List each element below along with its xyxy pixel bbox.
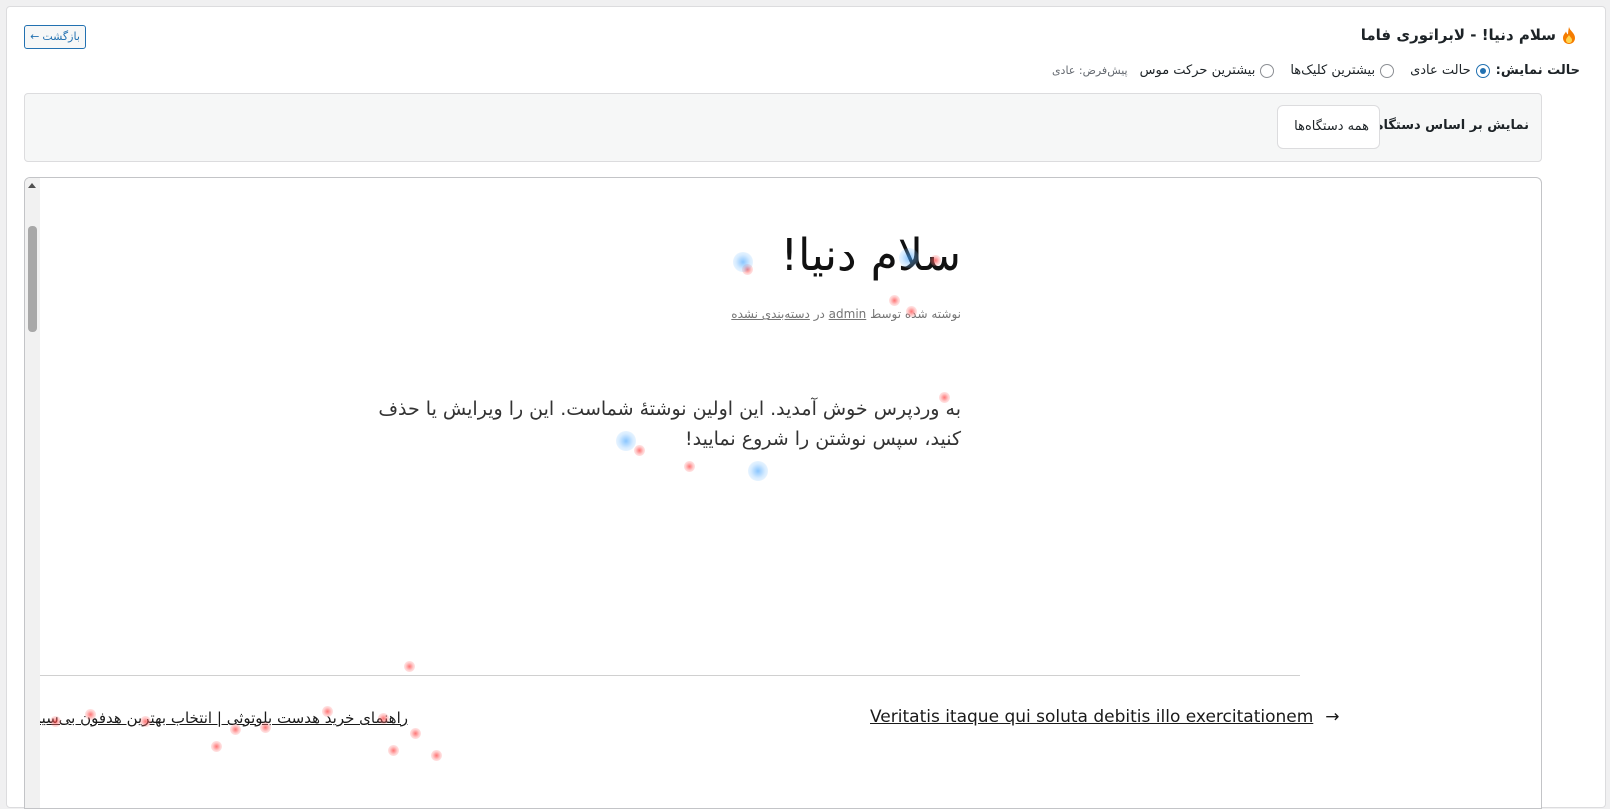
arrow-left-icon: ←	[30, 30, 40, 43]
heatmap-move-dot	[748, 461, 768, 481]
arrow-right-icon: →	[1325, 707, 1340, 727]
scroll-up-icon[interactable]	[28, 183, 36, 188]
post-content: به وردپرس خوش آمدید. این اولین نوشتهٔ شم…	[378, 398, 961, 450]
heatmap-click-dot	[410, 728, 421, 739]
scrollbar-thumb[interactable]	[28, 226, 37, 332]
back-button[interactable]: ← بازگشت	[24, 25, 86, 49]
heatmap-click-dot	[211, 741, 222, 752]
heatmap-click-dot	[388, 745, 399, 756]
heatmap-click-dot	[684, 461, 695, 472]
heatmap-click-dot	[431, 750, 442, 761]
author-link[interactable]: admin	[829, 307, 867, 321]
mode-option-normal[interactable]: حالت عادی	[1410, 63, 1490, 78]
next-post-title: Veritatis itaque qui soluta debitis illo…	[870, 707, 1314, 727]
mode-option-mouse-move-label: بیشترین حرکت موس	[1139, 63, 1256, 78]
back-button-label: بازگشت	[42, 30, 80, 43]
heatmap-click-dot	[742, 264, 753, 275]
flame-icon	[1563, 26, 1575, 44]
page-title: سلام دنیا! - لابراتوری فاما	[1361, 26, 1576, 44]
meta-in: در	[813, 307, 825, 321]
display-mode-hint: پیش‌فرض: عادی	[1051, 64, 1128, 77]
mode-option-normal-label: حالت عادی	[1410, 63, 1471, 78]
device-filter-label: نمایش بر اساس دستگاه:	[1370, 118, 1529, 133]
device-filter-box: نمایش بر اساس دستگاه: همه دستگاه‌ها	[24, 93, 1542, 162]
next-post-link[interactable]: Veritatis itaque qui soluta debitis illo…	[870, 707, 1340, 727]
meta-written-by: نوشته شده توسط	[870, 307, 961, 321]
scrollbar[interactable]	[25, 178, 40, 808]
heatmap-move-dot	[733, 252, 753, 272]
heatmap-click-dot	[404, 661, 415, 672]
radio-normal[interactable]	[1475, 63, 1490, 78]
prev-post-link[interactable]: راهنمای خرید هدست بلوتوثی | انتخاب بهتری…	[40, 709, 408, 727]
site-preview-frame[interactable]: سلام دنیا! نوشته شده توسط admin در دسته‌…	[24, 177, 1542, 809]
category-link[interactable]: دسته‌بندی نشده	[731, 307, 810, 321]
radio-clicks[interactable]	[1380, 63, 1395, 78]
post-meta: نوشته شده توسط admin در دسته‌بندی نشده	[731, 307, 961, 321]
post-title[interactable]: سلام دنیا!	[780, 230, 961, 281]
heatmap-click-dot	[889, 295, 900, 306]
device-select[interactable]: همه دستگاه‌ها	[1277, 105, 1380, 149]
mode-option-mouse-move[interactable]: بیشترین حرکت موس	[1140, 63, 1275, 78]
mode-option-clicks[interactable]: بیشترین کلیک‌ها	[1290, 63, 1395, 78]
radio-mouse-move[interactable]	[1260, 63, 1275, 78]
mode-option-clicks-label: بیشترین کلیک‌ها	[1290, 63, 1376, 78]
display-mode-label: حالت نمایش:	[1495, 63, 1580, 78]
post-nav-divider	[40, 675, 1300, 676]
display-mode-selector: حالت نمایش: حالت عادی بیشترین کلیک‌ها بی…	[1052, 63, 1580, 78]
page-title-text: سلام دنیا! - لابراتوری فاما	[1360, 26, 1556, 44]
